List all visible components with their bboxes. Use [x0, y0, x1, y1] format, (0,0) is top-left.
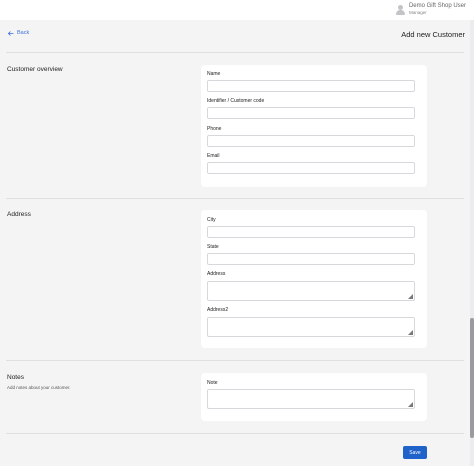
note-field[interactable]	[207, 389, 415, 409]
resize-handle-icon[interactable]	[408, 330, 413, 335]
name-field[interactable]	[207, 80, 415, 92]
resize-handle-icon[interactable]	[408, 402, 413, 407]
user-name: Demo Gift Shop User	[408, 3, 466, 9]
resize-handle-icon[interactable]	[408, 294, 413, 299]
phone-field[interactable]	[207, 135, 415, 147]
state-field[interactable]	[207, 253, 415, 265]
section-title-address: Address	[7, 211, 31, 218]
section-divider	[6, 433, 464, 434]
phone-label: Phone	[207, 126, 222, 132]
section-divider	[6, 52, 464, 53]
city-field[interactable]	[207, 226, 415, 238]
address2-label: Address2	[207, 307, 229, 313]
overview-card: Name Identifier / Customer code Phone Em…	[201, 65, 427, 187]
name-label: Name	[207, 71, 221, 77]
section-title-notes: Notes	[7, 374, 24, 381]
note-label: Note	[207, 380, 218, 386]
identifier-field[interactable]	[207, 107, 415, 119]
address-field[interactable]	[207, 281, 415, 301]
email-label: Email	[207, 153, 220, 159]
address-label: Address	[207, 271, 226, 277]
save-button[interactable]: Save	[403, 446, 427, 459]
identifier-label: Identifier / Customer code	[207, 98, 265, 104]
section-divider	[6, 360, 464, 361]
scrollbar-thumb[interactable]	[470, 318, 474, 438]
back-arrow-icon	[8, 30, 14, 36]
notes-description: Add notes about your customer.	[7, 385, 71, 390]
top-bar: Demo Gift Shop User Manager	[0, 0, 474, 20]
user-avatar-icon	[395, 5, 405, 15]
user-role: Manager	[408, 10, 427, 15]
back-label: Back	[17, 30, 30, 36]
notes-card: Note	[201, 373, 427, 421]
section-title-overview: Customer overview	[7, 66, 63, 73]
back-link[interactable]: Back	[8, 30, 29, 36]
address-card: City State Address Address2	[201, 210, 427, 348]
email-field[interactable]	[207, 162, 415, 174]
user-menu[interactable]: Demo Gift Shop User Manager	[395, 2, 466, 16]
section-divider	[6, 198, 464, 199]
city-label: City	[207, 217, 216, 223]
page-title: Add new Customer	[401, 30, 465, 39]
address2-field[interactable]	[207, 317, 415, 337]
state-label: State	[207, 244, 219, 250]
